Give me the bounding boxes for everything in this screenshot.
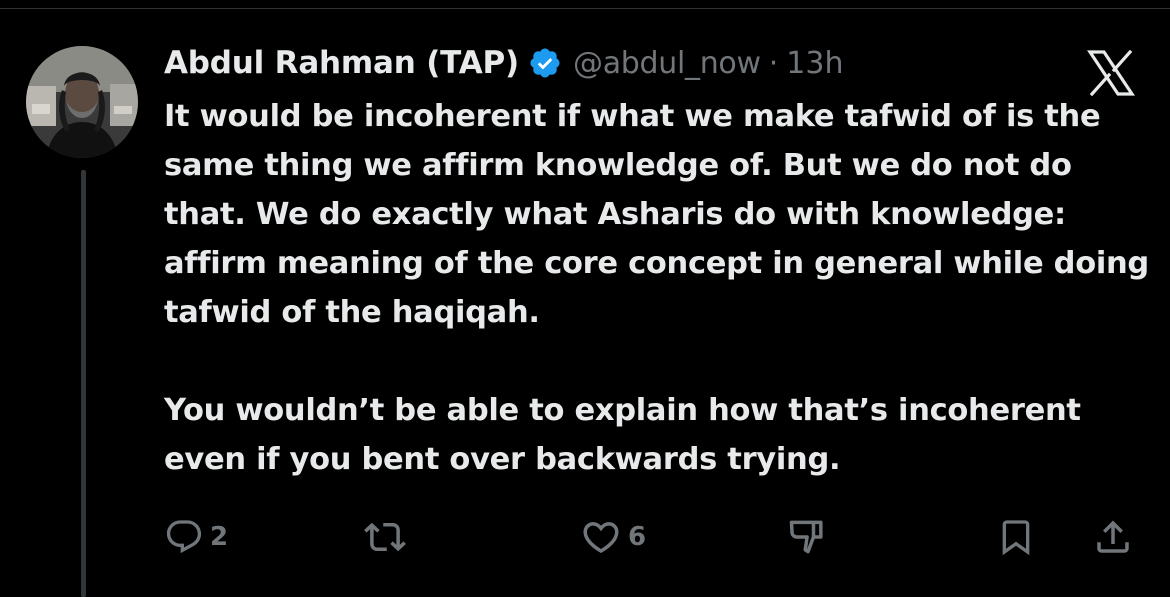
- avatar-image: [26, 46, 138, 158]
- share-button[interactable]: [1092, 512, 1134, 562]
- bookmark-icon: [1002, 520, 1030, 556]
- retweet-icon: [364, 522, 406, 552]
- avatar[interactable]: [26, 46, 138, 158]
- like-button[interactable]: 6: [580, 512, 646, 562]
- share-icon: [1097, 520, 1129, 553]
- tweet-paragraph: You wouldn’t be able to explain how that…: [164, 393, 1081, 477]
- dislike-button[interactable]: [786, 512, 830, 562]
- action-bar: 2 6: [0, 512, 1170, 562]
- verified-badge-icon[interactable]: [528, 46, 562, 80]
- separator-dot: ·: [768, 45, 779, 81]
- tweet-paragraph: It would be incoherent if what we make t…: [164, 99, 1149, 330]
- heart-icon: [583, 522, 619, 554]
- reply-count: 2: [210, 522, 229, 552]
- timestamp[interactable]: 13h: [786, 46, 843, 81]
- reply-button[interactable]: 2: [164, 512, 228, 562]
- bookmark-button[interactable]: [996, 512, 1036, 562]
- tweet-header: Abdul Rahman (TAP) @abdul_now · 13h: [164, 40, 843, 86]
- tweet-text: It would be incoherent if what we make t…: [164, 92, 1154, 484]
- dislike-icon: [789, 520, 823, 554]
- x-logo-icon: [1086, 49, 1136, 97]
- top-divider: [0, 8, 1170, 9]
- retweet-button[interactable]: [364, 512, 406, 562]
- author-display-name[interactable]: Abdul Rahman (TAP): [164, 45, 519, 81]
- reply-icon: [166, 520, 202, 554]
- author-handle[interactable]: @abdul_now: [573, 46, 761, 81]
- like-count: 6: [628, 522, 647, 552]
